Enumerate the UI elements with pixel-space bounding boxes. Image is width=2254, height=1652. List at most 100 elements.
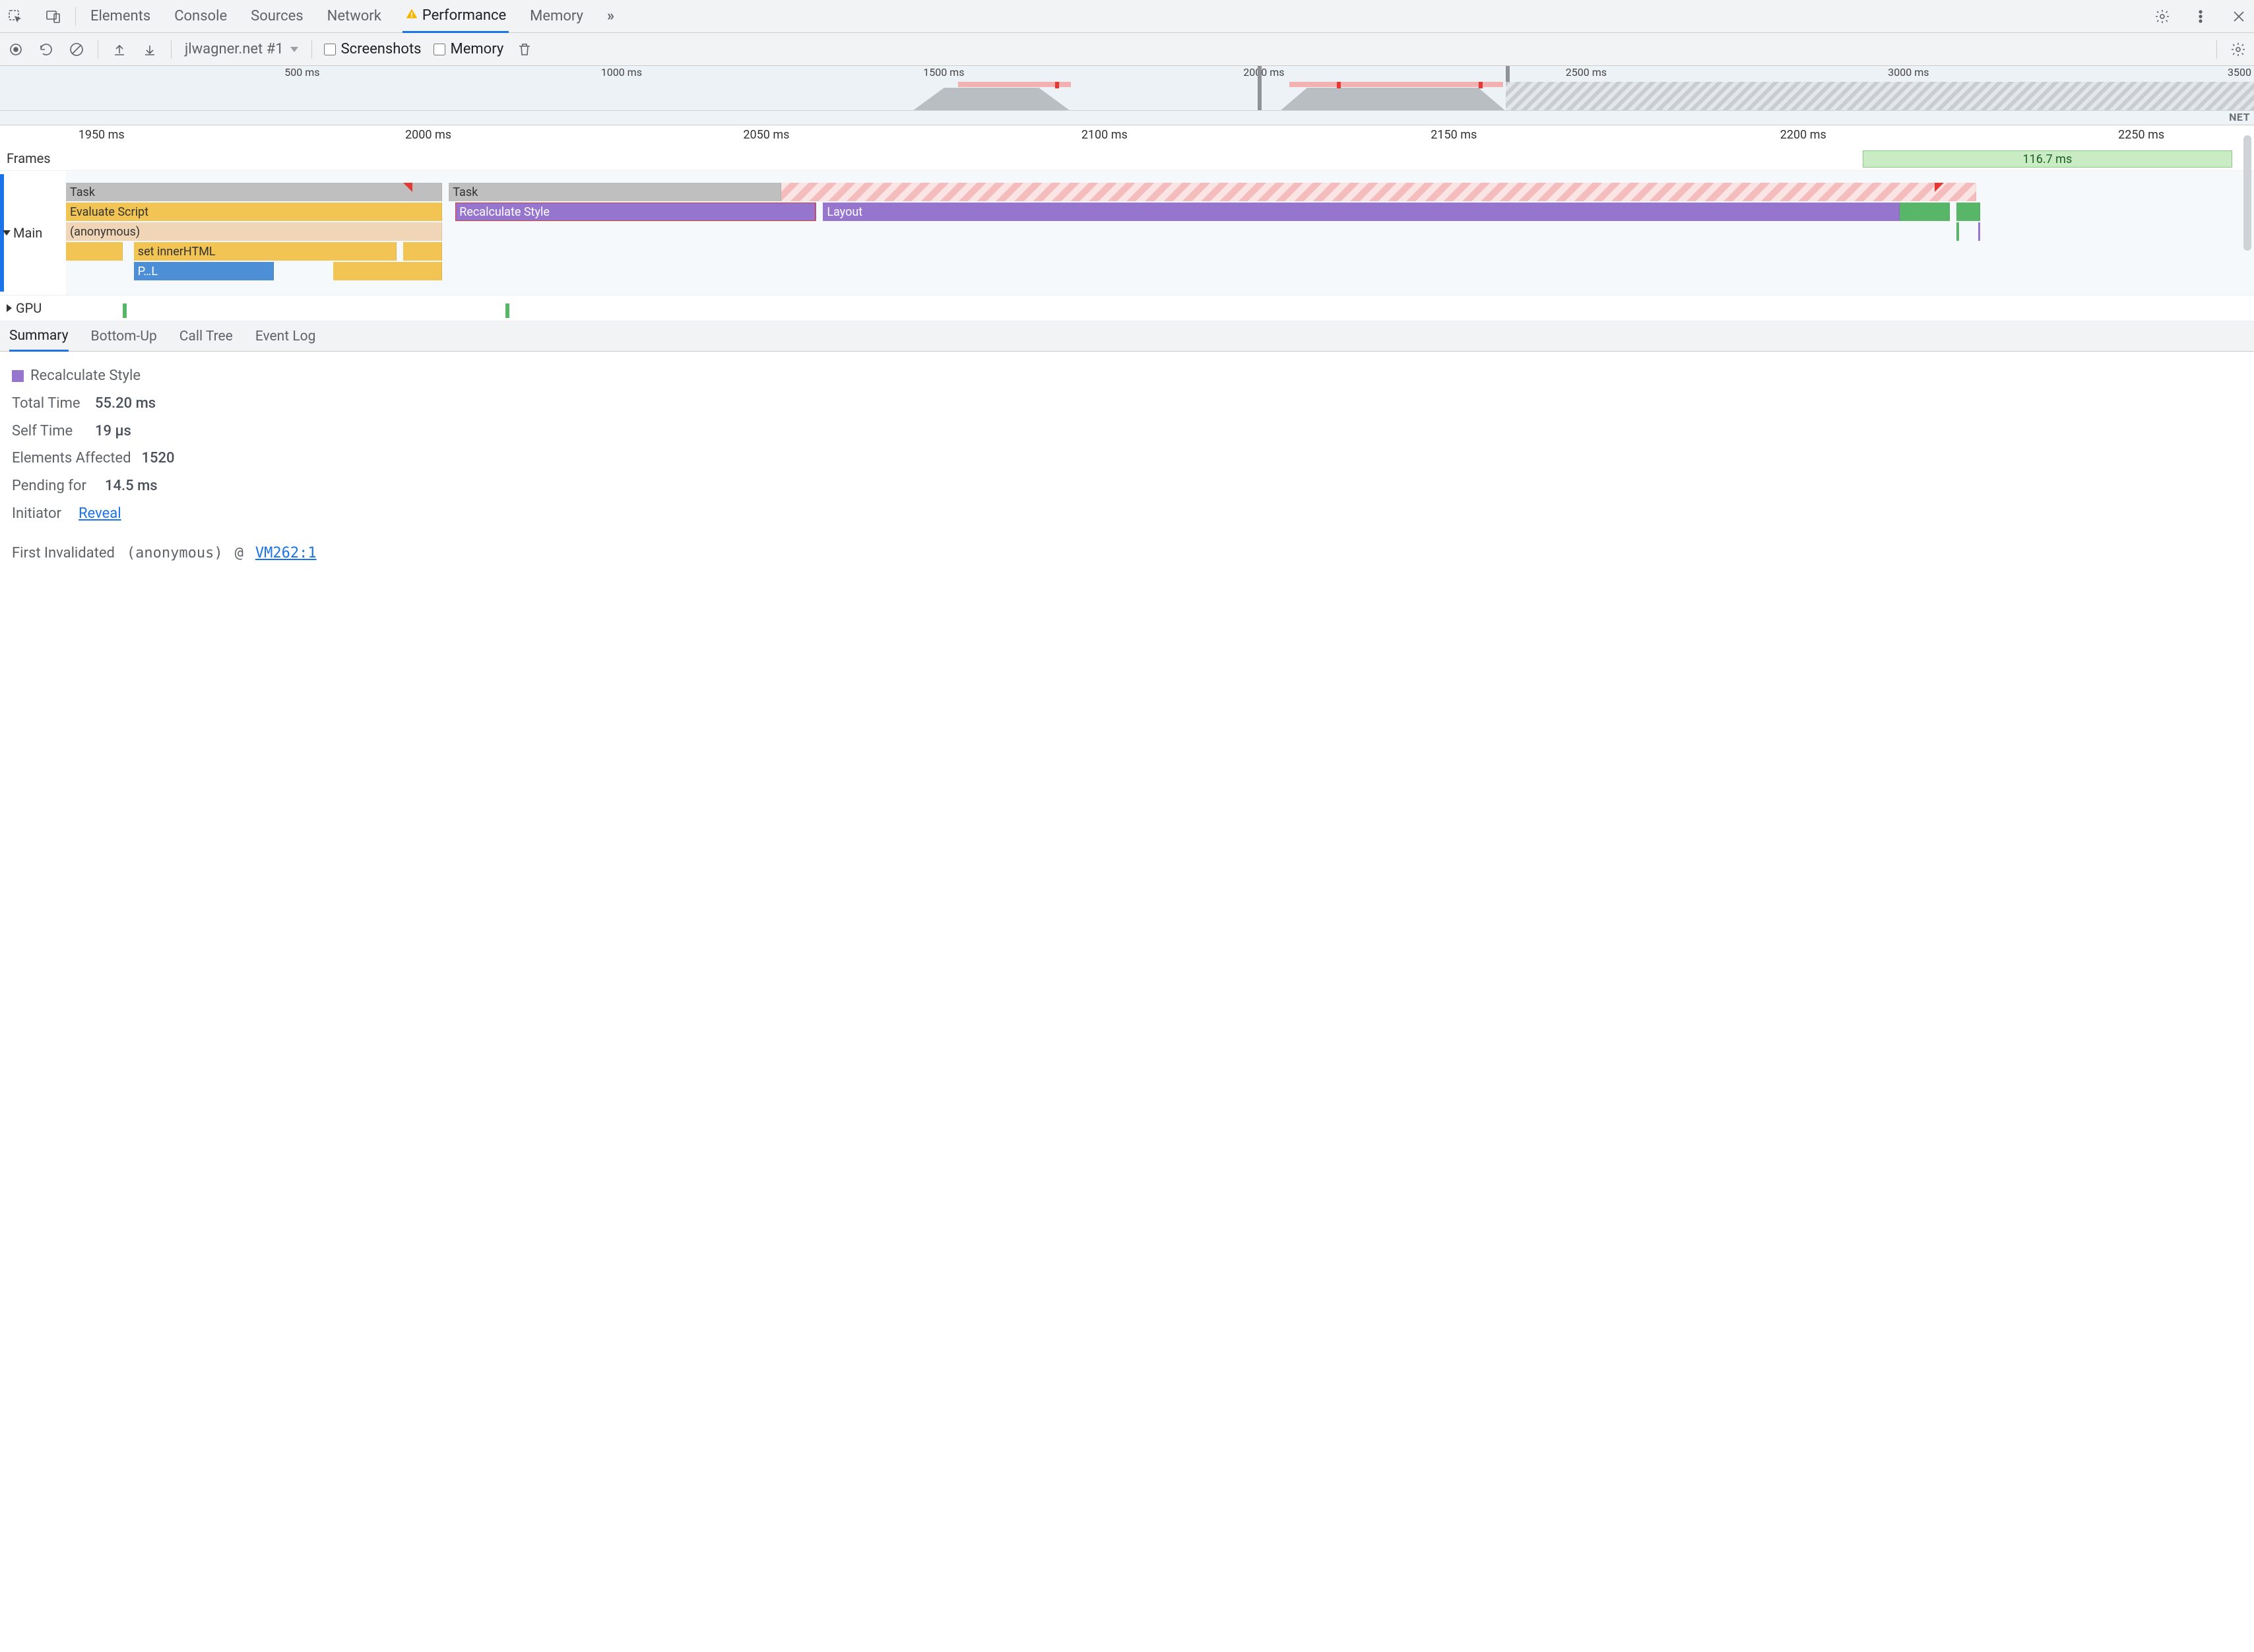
capture-settings-icon[interactable] <box>2229 40 2247 59</box>
at-symbol: @ <box>235 540 243 567</box>
load-profile-icon[interactable] <box>110 40 129 59</box>
details-tabs: Summary Bottom-Up Call Tree Event Log <box>0 321 2254 352</box>
bar-chunk[interactable] <box>333 262 443 280</box>
memory-toggle[interactable]: Memory <box>434 41 504 57</box>
save-profile-icon[interactable] <box>141 40 159 59</box>
overview-chunk <box>1289 82 1504 87</box>
overview-tick: 1500 ms <box>923 66 967 79</box>
memory-checkbox[interactable] <box>434 44 445 55</box>
bar-task[interactable]: Task <box>66 183 442 201</box>
gpu-body[interactable] <box>79 296 2254 321</box>
tab-call-tree[interactable]: Call Tree <box>179 321 233 352</box>
main-flamechart[interactable]: Task Task Evaluate Script Recalculate St… <box>66 171 2254 295</box>
frames-header-label: Frames <box>7 150 51 166</box>
kv-value: 14.5 ms <box>105 472 158 500</box>
tab-label: Event Log <box>255 329 316 344</box>
frames-track: Frames 116.7 ms <box>0 146 2254 171</box>
bar-evaluate-script[interactable]: Evaluate Script <box>66 203 442 221</box>
overview-net-label: NET <box>2229 111 2250 123</box>
tab-performance[interactable]: Performance <box>402 0 509 33</box>
bar-anonymous[interactable]: (anonymous) <box>66 222 442 241</box>
bar-paint[interactable] <box>1900 203 1950 221</box>
bar-composite[interactable] <box>1956 203 1980 221</box>
bar-chunk[interactable] <box>403 242 443 261</box>
settings-icon[interactable] <box>2152 7 2172 26</box>
bar-sliver[interactable] <box>1978 222 1980 241</box>
tab-bottom-up[interactable]: Bottom-Up <box>91 321 157 352</box>
bar-label: Evaluate Script <box>70 205 148 219</box>
kv-key: First Invalidated <box>12 540 115 567</box>
bar-task[interactable]: Task <box>449 183 781 201</box>
tab-label: Elements <box>90 8 150 24</box>
kv-key: Elements Affected <box>12 445 131 472</box>
screenshots-checkbox[interactable] <box>324 44 336 55</box>
tab-event-log[interactable]: Event Log <box>255 321 316 352</box>
overview-ruler: 500 ms 1000 ms 1500 ms 2000 ms 2500 ms 3… <box>0 66 2254 82</box>
tab-summary[interactable]: Summary <box>9 321 69 352</box>
frame-chip[interactable]: 116.7 ms <box>1863 150 2232 168</box>
kv-key: Self Time <box>12 418 84 445</box>
tab-label: Call Tree <box>179 329 233 344</box>
bar-label: set innerHTML <box>138 245 216 259</box>
tab-more[interactable]: » <box>604 0 617 33</box>
reload-icon[interactable] <box>37 40 55 59</box>
kebab-icon[interactable] <box>2191 7 2210 26</box>
close-icon[interactable] <box>2229 7 2249 26</box>
tab-memory[interactable]: Memory <box>527 0 586 33</box>
bar-recalculate-style[interactable]: Recalculate Style <box>455 203 816 221</box>
bar-layout[interactable]: Layout <box>823 203 1899 221</box>
ruler-tick: 2250 ms <box>2118 128 2164 142</box>
clear-icon[interactable] <box>67 40 86 59</box>
garbage-collect-icon[interactable] <box>515 40 534 59</box>
tab-label: Sources <box>251 8 304 24</box>
tab-label: Console <box>174 8 227 24</box>
divider <box>75 7 76 26</box>
vm-source-link[interactable]: VM262:1 <box>255 540 317 567</box>
frame-duration: 116.7 ms <box>2022 152 2072 166</box>
ruler-tick: 1950 ms <box>79 128 125 142</box>
bar-long-task[interactable] <box>781 183 1976 201</box>
bar-set-innerhtml[interactable]: set innerHTML <box>134 242 397 261</box>
initiator-reveal-link[interactable]: Reveal <box>79 500 121 528</box>
overview-net-row <box>0 110 2254 125</box>
first-invalidated-fn: (anonymous) <box>127 540 223 567</box>
overview-tick: 3500 <box>2228 66 2254 79</box>
target-label: jlwagner.net #1 <box>185 41 284 57</box>
target-selector[interactable]: jlwagner.net #1 <box>183 41 300 57</box>
screenshots-toggle[interactable]: Screenshots <box>324 41 422 57</box>
device-toolbar-icon[interactable] <box>44 7 63 26</box>
devtools-tabstrip: Elements Console Sources Network Perform… <box>0 0 2254 33</box>
tab-label: Summary <box>9 328 69 344</box>
main-header[interactable]: Main <box>0 171 66 295</box>
frames-body[interactable]: 116.7 ms <box>79 148 2254 169</box>
bar-chunk[interactable] <box>66 242 123 261</box>
kv-value: 55.20 ms <box>95 390 156 418</box>
screenshots-label: Screenshots <box>341 41 422 57</box>
tab-label: » <box>607 8 614 24</box>
gpu-header[interactable]: GPU <box>0 296 79 320</box>
kv-key: Initiator <box>12 500 68 528</box>
bar-sliver[interactable] <box>1956 222 1959 241</box>
inspect-icon[interactable] <box>5 7 25 26</box>
disclosure-triangle-icon[interactable] <box>3 230 11 236</box>
divider <box>2216 40 2217 59</box>
gpu-event[interactable] <box>123 303 127 318</box>
frames-header[interactable]: Frames <box>0 146 79 170</box>
cpu-hump <box>1280 84 1506 111</box>
flamechart-ruler: 1950 ms 2000 ms 2050 ms 2100 ms 2150 ms … <box>0 125 2254 146</box>
tab-console[interactable]: Console <box>172 0 230 33</box>
performance-toolbar: jlwagner.net #1 Screenshots Memory <box>0 33 2254 66</box>
kv-value: 19 µs <box>95 418 131 445</box>
warning-icon <box>405 7 418 24</box>
tab-elements[interactable]: Elements <box>88 0 153 33</box>
tab-network[interactable]: Network <box>325 0 384 33</box>
bar-parse-html[interactable]: P…L <box>134 262 274 280</box>
tab-label: Network <box>327 8 381 24</box>
overview-strip[interactable]: 500 ms 1000 ms 1500 ms 2000 ms 2500 ms 3… <box>0 66 2254 125</box>
scrollbar-thumb[interactable] <box>2243 135 2251 251</box>
gpu-event[interactable] <box>505 303 509 318</box>
record-icon[interactable] <box>7 40 25 59</box>
divider <box>171 40 172 59</box>
tab-sources[interactable]: Sources <box>248 0 306 33</box>
disclosure-triangle-icon[interactable] <box>7 304 12 312</box>
